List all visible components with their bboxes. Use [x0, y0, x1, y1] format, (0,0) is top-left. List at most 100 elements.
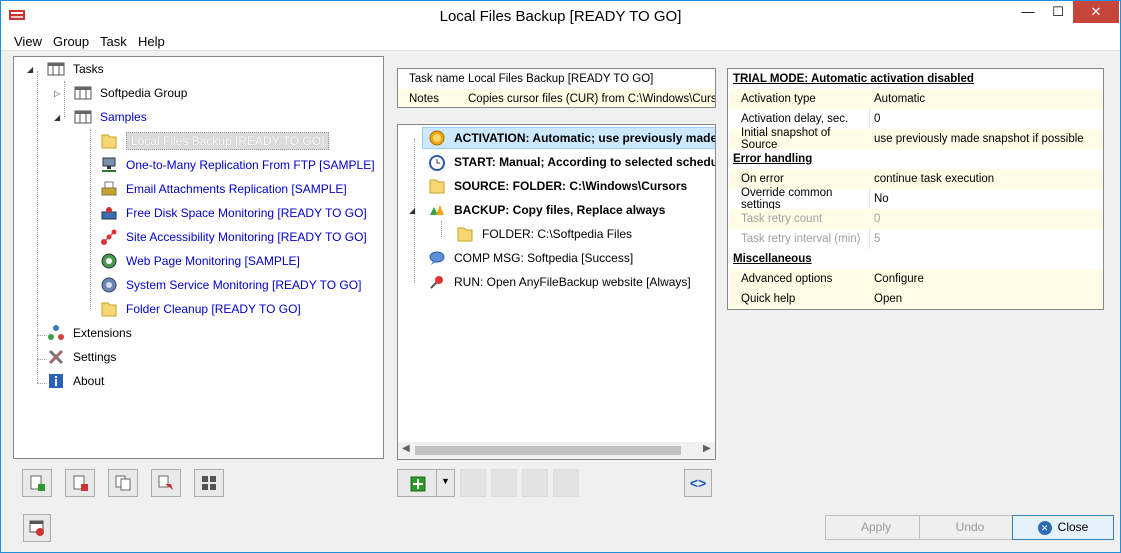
tree-item-about[interactable]: About	[47, 370, 104, 392]
window-settings-icon	[29, 520, 44, 536]
close-icon: ✕	[1037, 520, 1052, 535]
tree-item-settings[interactable]: Settings	[47, 346, 116, 368]
task-tree[interactable]: ◢ Tasks ▷ Softpedia Group ◢ Samples Loca…	[13, 56, 384, 459]
collapse-samples-icon[interactable]: ◢	[54, 113, 60, 122]
task-name-row[interactable]: Task name Local Files Backup [READY TO G…	[398, 69, 715, 89]
prop-key: Override common settings	[741, 187, 833, 211]
code-view-button[interactable]: <>	[684, 469, 712, 497]
grid-icon	[74, 86, 92, 100]
tree-item-sample-task[interactable]: Folder Cleanup [READY TO GO]	[100, 298, 301, 320]
move-task-button[interactable]	[151, 469, 181, 497]
step-label: ACTIVATION: Automatic; use previously ma…	[454, 131, 716, 145]
prop-initial-snapshot[interactable]: Initial snapshot of Source use previousl…	[729, 127, 1103, 151]
tree-label: Site Accessibility Monitoring [READY TO …	[126, 230, 367, 244]
step-start[interactable]: START: Manual; According to selected sch…	[428, 151, 715, 173]
group-button[interactable]	[194, 469, 224, 497]
step-action-button-disabled[interactable]	[491, 469, 517, 497]
task-steps-tree[interactable]: ◢ ACTIVATION: Automatic; use previously …	[397, 124, 716, 460]
tree-item-sample-task[interactable]: Free Disk Space Monitoring [READY TO GO]	[100, 202, 367, 224]
prop-value[interactable]: Automatic	[870, 93, 925, 105]
tree-item-sample-task[interactable]: Local Files Backup [READY TO GO]	[100, 130, 330, 152]
menu-task[interactable]: Task	[100, 34, 127, 49]
clipboard-delete-icon	[73, 475, 88, 491]
scroll-left-icon[interactable]: ◀	[402, 443, 410, 454]
step-label: BACKUP: Copy files, Replace always	[454, 203, 666, 217]
step-destination[interactable]: FOLDER: C:\Softpedia Files	[456, 223, 632, 245]
menu-view[interactable]: View	[14, 34, 42, 49]
tree-item-sample-task[interactable]: Web Page Monitoring [SAMPLE]	[100, 250, 300, 272]
prop-advanced-options[interactable]: Advanced options Configure	[729, 269, 1103, 289]
add-task-button[interactable]	[22, 469, 52, 497]
tree-item-sample-task[interactable]: One-to-Many Replication From FTP [SAMPLE…	[100, 154, 375, 176]
collapse-tasks-icon[interactable]: ◢	[27, 65, 33, 74]
step-source[interactable]: SOURCE: FOLDER: C:\Windows\Cursors	[428, 175, 687, 197]
tree-item-samples[interactable]: Samples	[74, 106, 147, 128]
menu-group[interactable]: Group	[53, 34, 89, 49]
tree-item-softpedia-group[interactable]: Softpedia Group	[74, 82, 187, 104]
folder-icon	[101, 134, 117, 149]
scroll-right-icon[interactable]: ▶	[703, 443, 711, 454]
menu-bar: View Group Task Help	[1, 31, 1120, 51]
undo-button[interactable]: Undo	[919, 515, 1021, 540]
close-button[interactable]: ✕ Close	[1012, 515, 1114, 540]
task-notes-row[interactable]: Notes Copies cursor files (CUR) from C:\…	[398, 89, 715, 107]
prop-value[interactable]: Open	[870, 293, 902, 305]
prop-key: Activation type	[741, 93, 816, 105]
dropdown-arrow-icon[interactable]: ▼	[441, 476, 450, 486]
sun-icon	[429, 130, 445, 146]
copy-task-button[interactable]	[108, 469, 138, 497]
step-action-button-disabled[interactable]	[522, 469, 548, 497]
folder-icon	[457, 227, 473, 242]
task-notes-label: Notes	[409, 93, 440, 105]
step-comp-msg[interactable]: COMP MSG: Softpedia [Success]	[428, 247, 633, 269]
tree-label: About	[73, 374, 105, 388]
folder-icon	[429, 179, 445, 194]
step-backup[interactable]: BACKUP: Copy files, Replace always	[428, 199, 665, 221]
prop-retry-interval: Task retry interval (min) 5	[729, 229, 1103, 249]
prop-activation-delay[interactable]: Activation delay, sec. 0	[729, 109, 1103, 129]
prop-value[interactable]: No	[870, 193, 889, 205]
step-action-button-disabled[interactable]	[460, 469, 486, 497]
tree-label: Web Page Monitoring [SAMPLE]	[126, 254, 300, 268]
prop-value[interactable]: 0	[870, 113, 880, 125]
network-icon	[102, 157, 116, 172]
grid-icon	[74, 110, 92, 124]
tree-item-sample-task[interactable]: Site Accessibility Monitoring [READY TO …	[100, 226, 367, 248]
minimize-button[interactable]: —	[1013, 1, 1043, 23]
step-label: SOURCE: FOLDER: C:\Windows\Cursors	[454, 179, 688, 193]
prop-activation-type[interactable]: Activation type Automatic	[729, 89, 1103, 109]
prop-value[interactable]: use previously made snapshot if possible	[870, 133, 1084, 145]
tree-label: One-to-Many Replication From FTP [SAMPLE…	[126, 158, 375, 172]
apply-button[interactable]: Apply	[825, 515, 927, 540]
delete-task-button[interactable]	[65, 469, 95, 497]
tree-item-sample-task[interactable]: Email Attachments Replication [SAMPLE]	[100, 178, 347, 200]
prop-key: Advanced options	[741, 273, 833, 285]
collapse-backup-icon[interactable]: ◢	[409, 206, 415, 215]
prop-on-error[interactable]: On error continue task execution	[729, 169, 1103, 189]
printer-icon	[101, 181, 117, 196]
options-button[interactable]	[23, 514, 51, 542]
tree-item-tasks[interactable]: Tasks	[47, 58, 104, 80]
prop-override-settings[interactable]: Override common settings No	[729, 187, 1103, 211]
prop-value[interactable]: continue task execution	[870, 173, 994, 185]
task-notes-value[interactable]: Copies cursor files (CUR) from C:\Window…	[468, 93, 715, 105]
close-window-button[interactable]: ✕	[1073, 1, 1119, 23]
step-action-button-disabled[interactable]	[553, 469, 579, 497]
grid-icon	[47, 62, 65, 76]
tree-item-extensions[interactable]: Extensions	[47, 322, 132, 344]
clock-icon	[429, 155, 445, 171]
expand-group-icon[interactable]: ▷	[54, 89, 60, 98]
prop-quick-help[interactable]: Quick help Open	[729, 289, 1103, 309]
step-run[interactable]: RUN: Open AnyFileBackup website [Always]	[428, 271, 691, 293]
tree-item-sample-task[interactable]: System Service Monitoring [READY TO GO]	[100, 274, 361, 296]
step-activation[interactable]: ACTIVATION: Automatic; use previously ma…	[428, 127, 716, 149]
globe-icon	[101, 253, 117, 269]
maximize-button[interactable]: ☐	[1043, 1, 1073, 23]
menu-help[interactable]: Help	[138, 34, 165, 49]
scrollbar-thumb[interactable]	[415, 446, 681, 455]
prop-value[interactable]: Configure	[870, 273, 924, 285]
add-step-button[interactable]: ▼	[397, 469, 455, 497]
horizontal-scrollbar[interactable]: ◀ ▶	[398, 442, 715, 459]
step-label: RUN: Open AnyFileBackup website [Always]	[454, 275, 691, 289]
task-name-value[interactable]: Local Files Backup [READY TO GO]	[468, 73, 653, 85]
